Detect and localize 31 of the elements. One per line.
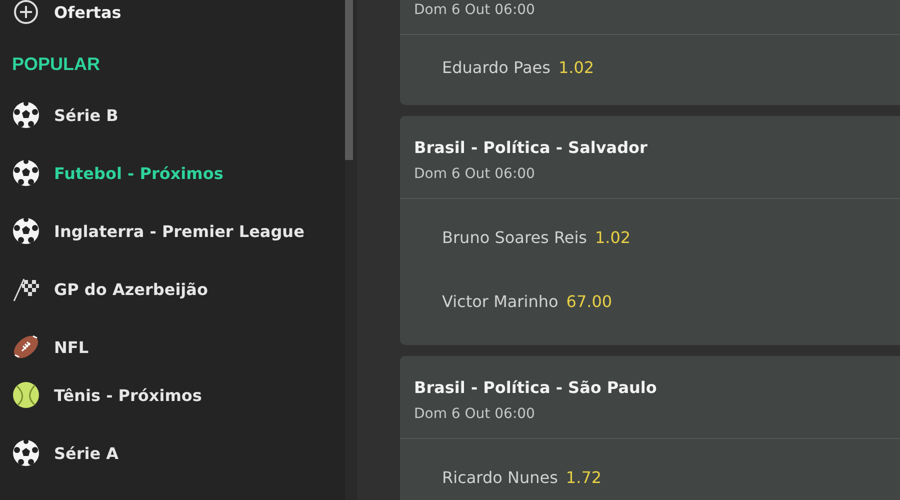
candidate-name: Eduardo Paes [442, 58, 550, 76]
candidate-name: Ricardo Nunes [442, 468, 558, 486]
scrollbar-thumb[interactable] [345, 0, 353, 160]
scrollbar[interactable] [345, 0, 357, 500]
sport-link[interactable]: NFL [54, 338, 89, 356]
event-date: Dom 6 Out 06:00 [414, 166, 536, 182]
candidate-name: Victor Marinho [442, 292, 558, 310]
sport-link[interactable]: Futebol - Próximos [54, 141, 224, 205]
section-title: POPULAR [12, 54, 102, 75]
soccer-ball-icon [12, 439, 40, 467]
soccer-ball-icon [12, 101, 40, 129]
odds-value[interactable]: 1.72 [566, 468, 602, 486]
event-date: Dom 6 Out 06:00 [414, 2, 536, 18]
event-title: Brasil - Política - Salvador [414, 138, 648, 157]
sport-link[interactable]: Série B [54, 106, 118, 124]
sport-link[interactable]: Tênis - Próximos [54, 386, 202, 404]
tennis-ball-icon [12, 381, 40, 409]
odds-value[interactable]: 67.00 [566, 292, 612, 310]
sport-link[interactable]: Inglaterra - Premier League [54, 222, 304, 240]
odds-value[interactable]: 1.02 [594, 228, 631, 246]
menu-item[interactable]: Ofertas [54, 2, 122, 22]
soccer-ball-icon [12, 159, 40, 187]
candidate-name: Bruno Soares Reis [442, 228, 587, 246]
odds-value[interactable]: 1.02 [558, 58, 594, 76]
event-title: Brasil - Política - São Paulo [414, 378, 658, 397]
sport-link[interactable]: Série A [54, 444, 119, 462]
football-icon [12, 333, 40, 361]
soccer-ball-icon [12, 217, 40, 245]
sport-link[interactable]: GP do Azerbeijão [54, 280, 208, 298]
plus-circle-icon [12, 0, 40, 26]
event-date: Dom 6 Out 06:00 [414, 406, 536, 422]
